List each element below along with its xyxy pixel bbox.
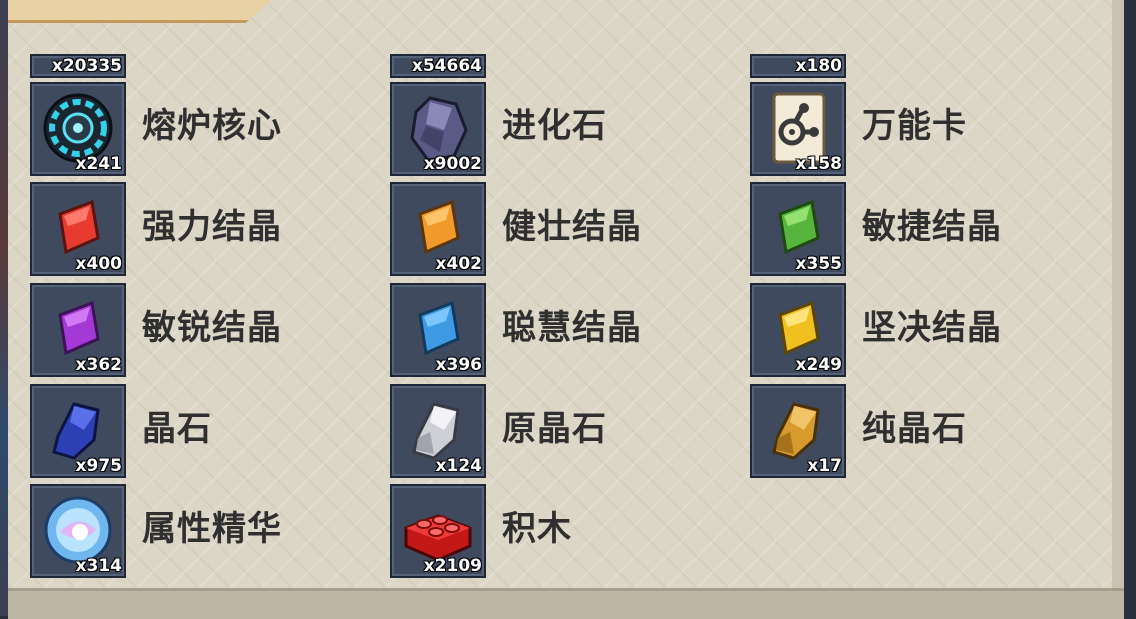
item-slot-building-block[interactable]: x2109 [390, 484, 486, 578]
inventory-panel[interactable]: x20335 x54664 x180 x241 熔炉核心 x9002 进化石 x… [8, 0, 1124, 616]
item-slot-spar[interactable]: x975 [30, 384, 126, 478]
item-count: x355 [795, 254, 842, 274]
item-count: x975 [75, 456, 122, 476]
item-name: 进化石 [502, 106, 607, 146]
item-slot-agility-crystal[interactable]: x355 [750, 182, 846, 276]
item-slot-vigor-crystal[interactable]: x402 [390, 182, 486, 276]
item-count: x20335 [51, 56, 122, 76]
item-slot-attribute-essence[interactable]: x314 [30, 484, 126, 578]
item-count: x9002 [423, 154, 482, 174]
item-count: x241 [75, 154, 122, 174]
item-slot-partial[interactable]: x54664 [390, 54, 486, 78]
item-count: x402 [435, 254, 482, 274]
panel-bottom-bar [8, 588, 1124, 619]
item-count: x249 [795, 355, 842, 375]
item-slot-raw-spar[interactable]: x124 [390, 384, 486, 478]
item-slot-furnace-core[interactable]: x241 [30, 82, 126, 176]
item-name: 敏捷结晶 [862, 207, 1002, 247]
item-slot-universal-card[interactable]: x158 [750, 82, 846, 176]
item-count: x400 [75, 254, 122, 274]
item-slot-wisdom-crystal[interactable]: x396 [390, 283, 486, 377]
item-count: x54664 [411, 56, 482, 76]
item-count: x158 [795, 154, 842, 174]
item-slot-partial[interactable]: x20335 [30, 54, 126, 78]
item-count: x314 [75, 556, 122, 576]
item-count: x396 [435, 355, 482, 375]
item-name: 聪慧结晶 [502, 308, 642, 348]
item-name: 万能卡 [862, 106, 967, 146]
item-name: 敏锐结晶 [142, 308, 282, 348]
item-count: x2109 [423, 556, 482, 576]
item-name: 健壮结晶 [502, 207, 642, 247]
item-count: x124 [435, 456, 482, 476]
item-name: 积木 [502, 509, 572, 549]
item-slot-evolution-stone[interactable]: x9002 [390, 82, 486, 176]
item-name: 坚决结晶 [862, 308, 1002, 348]
item-name: 纯晶石 [862, 409, 967, 449]
item-name: 原晶石 [502, 409, 607, 449]
item-name: 熔炉核心 [142, 106, 282, 146]
item-name: 晶石 [142, 409, 212, 449]
item-slot-strength-crystal[interactable]: x400 [30, 182, 126, 276]
panel-title-tab [8, 0, 278, 23]
item-slot-pure-spar[interactable]: x17 [750, 384, 846, 478]
item-slot-keen-crystal[interactable]: x362 [30, 283, 126, 377]
item-slot-partial[interactable]: x180 [750, 54, 846, 78]
item-count: x180 [795, 56, 842, 76]
item-slot-resolve-crystal[interactable]: x249 [750, 283, 846, 377]
item-name: 强力结晶 [142, 207, 282, 247]
item-count: x362 [75, 355, 122, 375]
item-name: 属性精华 [142, 509, 282, 549]
item-count: x17 [807, 456, 842, 476]
